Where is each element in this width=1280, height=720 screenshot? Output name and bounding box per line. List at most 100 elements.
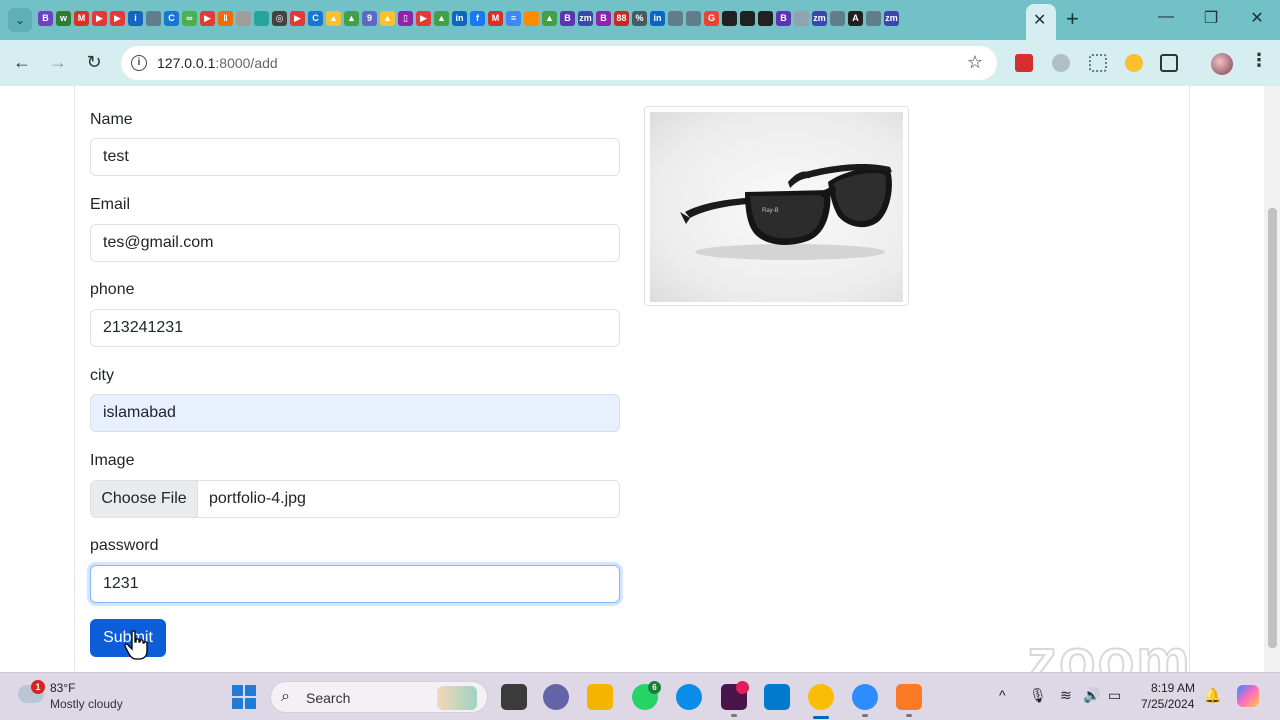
tab-favicon[interactable]: ≡: [506, 11, 521, 26]
tab-favicon[interactable]: 9: [362, 11, 377, 26]
tab-favicon[interactable]: 88: [614, 11, 629, 26]
tab-favicon[interactable]: ▲: [344, 11, 359, 26]
tab-favicon[interactable]: ▲: [542, 11, 557, 26]
extension-icon[interactable]: [1125, 54, 1143, 72]
tab-favicon[interactable]: B: [38, 11, 53, 26]
profile-avatar[interactable]: [1211, 53, 1233, 75]
tab-favicon[interactable]: i: [128, 11, 143, 26]
tab-favicon[interactable]: B: [596, 11, 611, 26]
tab-favicon[interactable]: B: [776, 11, 791, 26]
restore-button[interactable]: ❐: [1196, 8, 1226, 28]
minimize-button[interactable]: —: [1151, 8, 1181, 26]
tab-favicon[interactable]: [236, 11, 251, 26]
volume-icon[interactable]: 🔊: [1083, 687, 1100, 704]
tab-favicon[interactable]: zm: [884, 11, 899, 26]
email-input[interactable]: tes@gmail.com: [90, 224, 620, 262]
clock-date[interactable]: 7/25/2024: [1141, 697, 1194, 711]
copilot-icon[interactable]: [1237, 685, 1259, 707]
tab-favicon[interactable]: ▶: [416, 11, 431, 26]
tab-favicon[interactable]: [146, 11, 161, 26]
tab-favicon[interactable]: M: [488, 11, 503, 26]
tab-favicon[interactable]: f: [470, 11, 485, 26]
image-file-input[interactable]: Choose File portfolio-4.jpg: [90, 480, 620, 518]
forward-button[interactable]: →: [46, 52, 70, 73]
tab-close-icon[interactable]: ✕: [1033, 10, 1046, 30]
tab-favicon[interactable]: ▶: [110, 11, 125, 26]
tab-favicon[interactable]: [722, 11, 737, 26]
tab-favicon[interactable]: zm: [578, 11, 593, 26]
name-input[interactable]: test: [90, 138, 620, 176]
tab-favicon[interactable]: zm: [812, 11, 827, 26]
reload-button[interactable]: ↻: [82, 52, 106, 73]
tab-favicon[interactable]: C: [308, 11, 323, 26]
battery-icon[interactable]: ▭: [1108, 687, 1121, 704]
clock-time[interactable]: 8:19 AM: [1151, 681, 1195, 695]
tab-favicon[interactable]: ◎: [272, 11, 287, 26]
vscode-icon[interactable]: [764, 684, 790, 710]
tab-favicon[interactable]: [794, 11, 809, 26]
weather-condition[interactable]: Mostly cloudy: [50, 697, 123, 711]
camera-extension-icon[interactable]: [1052, 54, 1070, 72]
phone-input[interactable]: 213241231: [90, 309, 620, 347]
tab-favicon[interactable]: in: [650, 11, 665, 26]
tab-favicon[interactable]: G: [704, 11, 719, 26]
tab-favicon[interactable]: B: [560, 11, 575, 26]
back-button[interactable]: ←: [10, 52, 34, 73]
city-input[interactable]: islamabad: [90, 394, 620, 432]
scrollbar-thumb[interactable]: [1268, 208, 1277, 648]
hand-cursor-icon: [124, 630, 148, 660]
browser-menu-icon[interactable]: ⋮: [1250, 50, 1268, 71]
tab-favicon[interactable]: ▲: [434, 11, 449, 26]
tab-favicon[interactable]: [668, 11, 683, 26]
tab-favicon[interactable]: C: [164, 11, 179, 26]
tab-favicon[interactable]: %: [632, 11, 647, 26]
extension-icon[interactable]: [1089, 54, 1107, 72]
new-tab-button[interactable]: +: [1066, 6, 1079, 32]
tab-favicon[interactable]: ▲: [380, 11, 395, 26]
tab-favicon[interactable]: [758, 11, 773, 26]
tab-favicon[interactable]: in: [452, 11, 467, 26]
address-bar[interactable]: i 127.0.0.1:8000/add ☆: [121, 46, 997, 80]
tab-favicon[interactable]: ▶: [92, 11, 107, 26]
task-view-icon[interactable]: [501, 684, 527, 710]
edge-icon[interactable]: [676, 684, 702, 710]
tab-favicon[interactable]: ▲: [326, 11, 341, 26]
notification-bell-icon[interactable]: 🔔: [1204, 687, 1221, 704]
xampp-icon[interactable]: [896, 684, 922, 710]
file-explorer-icon[interactable]: [587, 684, 613, 710]
bookmark-star-icon[interactable]: ☆: [967, 52, 983, 73]
weather-temperature[interactable]: 83°F: [50, 681, 75, 695]
tab-favicon[interactable]: w: [56, 11, 71, 26]
selected-file-name: portfolio-4.jpg: [209, 490, 306, 507]
microphone-icon[interactable]: 🎙: [1029, 687, 1047, 704]
tab-favicon[interactable]: [740, 11, 755, 26]
tab-favicon[interactable]: ▶: [200, 11, 215, 26]
close-window-button[interactable]: ✕: [1242, 8, 1272, 28]
choose-file-button[interactable]: Choose File: [91, 481, 198, 517]
tab-favicon[interactable]: [830, 11, 845, 26]
tab-favicon[interactable]: [254, 11, 269, 26]
puzzle-extensions-icon[interactable]: [1160, 54, 1178, 72]
tab-favicon[interactable]: ▶: [290, 11, 305, 26]
teams-icon[interactable]: [543, 684, 569, 710]
tab-favicon[interactable]: [866, 11, 881, 26]
tab-favicon[interactable]: M: [74, 11, 89, 26]
tab-favicon[interactable]: ∞: [182, 11, 197, 26]
taskbar-search[interactable]: ⌕ Search: [270, 681, 488, 713]
page-scrollbar[interactable]: [1264, 86, 1280, 672]
wifi-icon[interactable]: ≋: [1060, 687, 1072, 704]
password-input[interactable]: 1231: [90, 565, 620, 603]
zoom-app-icon[interactable]: [852, 684, 878, 710]
chrome-icon[interactable]: [808, 684, 834, 710]
tab-favicon[interactable]: A: [848, 11, 863, 26]
tab-favicon[interactable]: [686, 11, 701, 26]
windows-start-icon[interactable]: [232, 685, 256, 709]
url-text[interactable]: 127.0.0.1:8000/add: [157, 55, 278, 71]
tab-favicon[interactable]: ‖: [218, 11, 233, 26]
tab-favicon[interactable]: ▯: [398, 11, 413, 26]
tab-favicon[interactable]: [524, 11, 539, 26]
tab-search-button[interactable]: ⌄: [8, 8, 32, 32]
site-info-icon[interactable]: i: [131, 55, 147, 71]
tray-chevron-icon[interactable]: ^: [999, 687, 1006, 703]
extension-icon[interactable]: [1015, 54, 1033, 72]
